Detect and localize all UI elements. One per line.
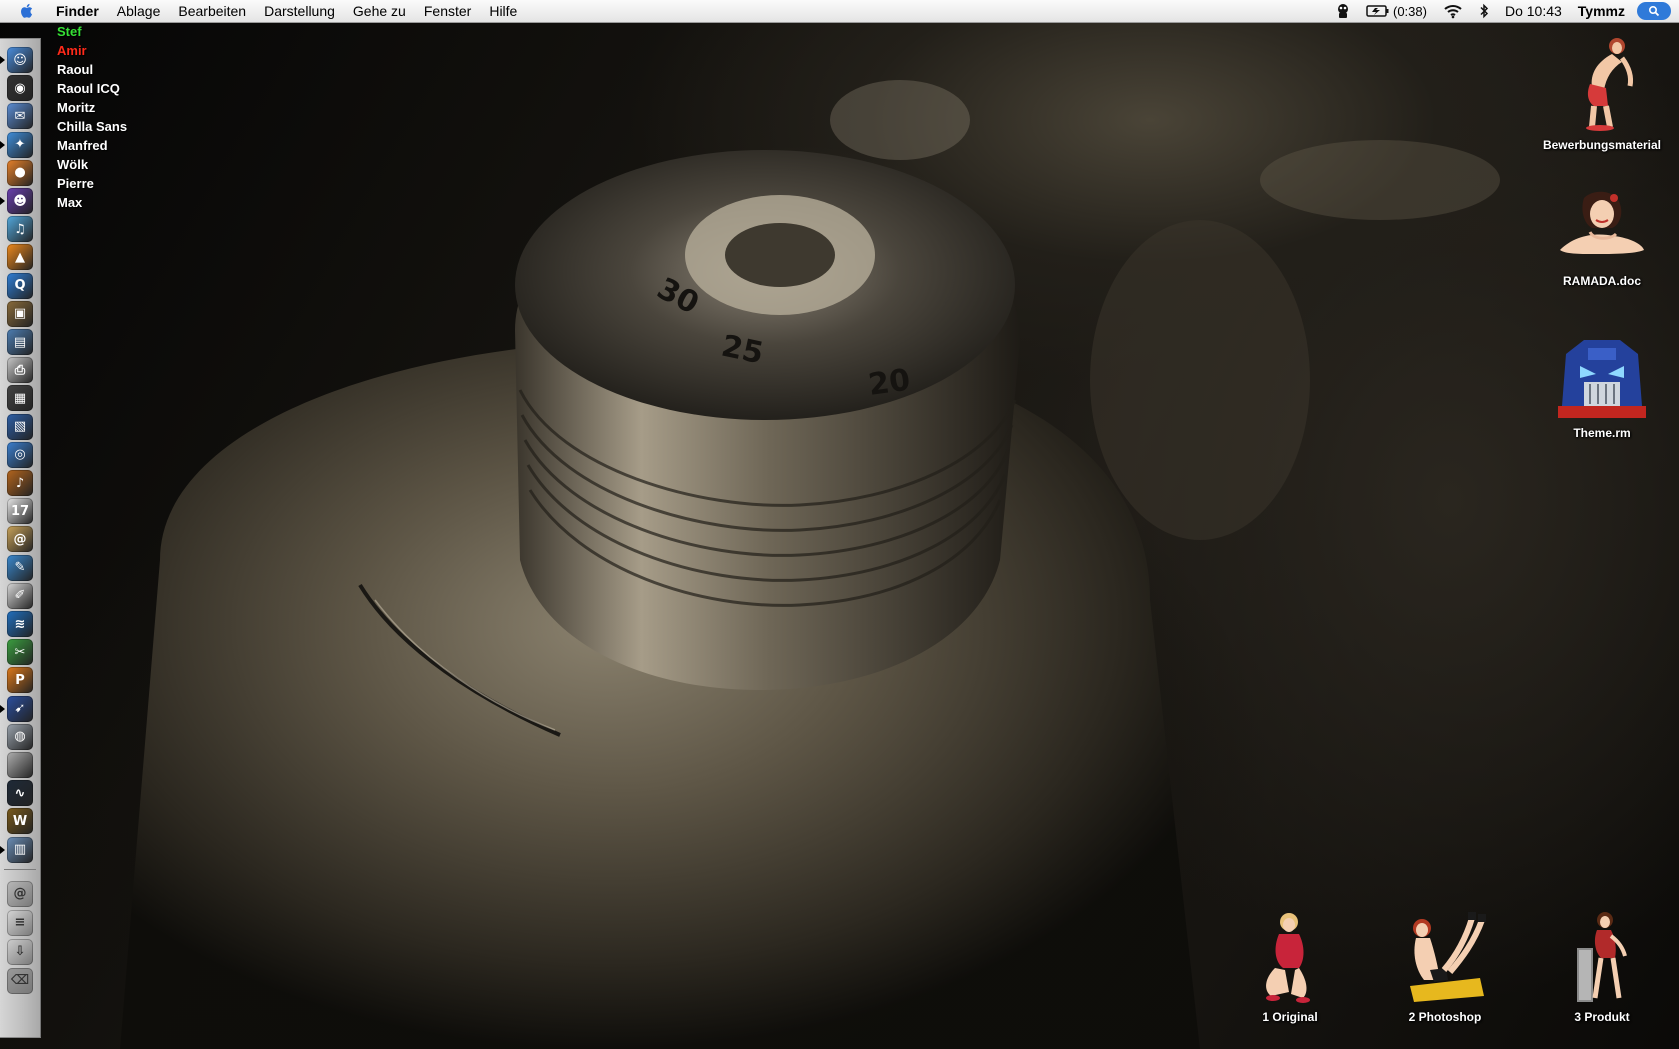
transmission-icon[interactable]: ➹	[7, 695, 33, 722]
illustrator-icon[interactable]: P	[7, 667, 33, 694]
downloads-stack-icon[interactable]: ⇩	[7, 938, 33, 965]
buddy-item[interactable]: Wölk	[57, 155, 127, 174]
itunes-icon[interactable]: ♫	[7, 216, 33, 243]
running-indicator	[0, 140, 5, 149]
dashboard-icon[interactable]: ◉	[7, 75, 33, 102]
pinup-icon	[1266, 913, 1310, 1003]
preview-icon[interactable]: ▤	[7, 329, 33, 355]
dock: ☺ ◉ ✉ ✦ ● ☻ ♫ ▲ Q ▣ ▤ ⎙ ▦ ▧ ◎ ♪ 17 @ ✎ ✐ ≋ ✂ P ➹ ◍ ∿ W ▥ @ ≡ ⇩ ⌫	[0, 38, 41, 1038]
desktop-icon-bewerbungsmaterial[interactable]: Bewerbungsmaterial	[1527, 32, 1677, 152]
firefox-icon[interactable]: ●	[7, 159, 33, 186]
menu-finder[interactable]: Finder	[52, 3, 108, 19]
documents-stack-icon[interactable]: ≡	[7, 909, 33, 936]
warcraft-icon[interactable]: W	[7, 808, 33, 835]
cyberduck-icon[interactable]: ✂	[7, 639, 33, 666]
running-indicator	[0, 56, 5, 64]
remote-desktop-icon[interactable]: ▥	[7, 836, 33, 863]
dreamweaver-icon[interactable]: ≋	[7, 611, 33, 637]
menu-bar: Finder Ablage Bearbeiten Darstellung Geh…	[0, 0, 1679, 23]
iphoto-icon[interactable]: ▣	[7, 300, 33, 327]
disk-utility-icon[interactable]: ◍	[7, 723, 33, 750]
mail-icon[interactable]: ✉	[7, 103, 33, 130]
menu-extras: (0:38) Do 10:43 Tymmz	[1328, 0, 1679, 22]
activity-monitor-icon[interactable]: ∿	[7, 780, 33, 807]
pinup-icon	[1586, 38, 1633, 131]
pages-icon[interactable]: ✐	[7, 582, 33, 609]
garageband-icon[interactable]: ♪	[7, 470, 33, 496]
desktop-icon-theme[interactable]: Theme.rm	[1527, 334, 1677, 440]
menu-ablage[interactable]: Ablage	[108, 3, 170, 19]
robot-head-icon	[1558, 340, 1646, 418]
battery-icon	[1366, 5, 1389, 17]
pinup-portrait-icon	[1560, 191, 1644, 254]
pinup-icon	[1410, 912, 1486, 1002]
running-indicator	[0, 197, 5, 205]
desktop-icon-label: 1 Original	[1262, 1010, 1318, 1024]
apple-icon[interactable]	[16, 2, 38, 20]
printer-icon[interactable]: ⎙	[7, 357, 33, 384]
desktop-icon-label: Bewerbungsmaterial	[1542, 138, 1662, 152]
dock-separator	[4, 868, 36, 870]
buddy-item[interactable]: Chilla Sans	[57, 117, 127, 136]
buddy-item[interactable]: Max	[57, 193, 127, 212]
safari-icon[interactable]: ✦	[7, 131, 33, 158]
desktop-icon-original[interactable]: 1 Original	[1215, 908, 1365, 1024]
pinup-icon	[1577, 912, 1627, 1002]
menu-darstellung[interactable]: Darstellung	[255, 3, 344, 19]
menubar-user[interactable]: Tymmz	[1570, 3, 1633, 19]
ical-icon[interactable]: 17	[7, 498, 33, 525]
menu-bearbeiten[interactable]: Bearbeiten	[169, 3, 255, 19]
buddy-item[interactable]: Raoul ICQ	[57, 79, 127, 98]
desktop-icon-photoshop[interactable]: 2 Photoshop	[1370, 908, 1520, 1024]
buddy-item[interactable]: Stef	[57, 22, 127, 41]
desktop-wallpaper: 30 25 20	[0, 0, 1679, 1049]
desktop-icon-label: Theme.rm	[1573, 426, 1631, 440]
battery-status[interactable]: (0:38)	[1358, 4, 1435, 19]
vlc-icon[interactable]: ▲	[7, 244, 33, 271]
spotlight-icon[interactable]	[1637, 2, 1671, 20]
desktop-icon-label: 3 Produkt	[1574, 1010, 1630, 1024]
desktop-icon-ramada[interactable]: RAMADA.doc	[1527, 188, 1677, 288]
desktop-icon-produkt[interactable]: 3 Produkt	[1527, 908, 1677, 1024]
desktop-icon-label: RAMADA.doc	[1563, 274, 1641, 288]
buddy-item[interactable]: Pierre	[57, 174, 127, 193]
buddy-item[interactable]: Moritz	[57, 98, 127, 117]
buddy-list: Stef Amir Raoul Raoul ICQ Moritz Chilla Sans M…	[57, 22, 127, 212]
buddy-item[interactable]: Raoul	[57, 60, 127, 79]
bluetooth-icon[interactable]	[1471, 3, 1497, 19]
menu-gehe-zu[interactable]: Gehe zu	[344, 3, 415, 19]
textedit-icon[interactable]: ✎	[7, 554, 33, 581]
trash-icon[interactable]: ⌫	[7, 967, 33, 994]
menubar-clock[interactable]: Do 10:43	[1497, 3, 1570, 19]
buddy-item[interactable]: Manfred	[57, 136, 127, 155]
network-folder-icon[interactable]: @	[7, 880, 33, 907]
wifi-icon[interactable]	[1435, 3, 1471, 19]
imovie-icon[interactable]: ▦	[7, 385, 33, 412]
menu-fenster[interactable]: Fenster	[415, 3, 480, 19]
svg-text:20: 20	[866, 362, 912, 402]
status-app-icon[interactable]	[1328, 3, 1358, 19]
finder-icon[interactable]: ☺	[7, 47, 33, 73]
dvd-player-icon[interactable]: ◎	[7, 441, 33, 468]
running-indicator	[0, 845, 5, 854]
running-indicator	[0, 704, 5, 713]
finalcut-icon[interactable]: ▧	[7, 413, 33, 440]
system-profiler-icon[interactable]	[7, 752, 33, 778]
desktop-icon-label: 2 Photoshop	[1408, 1010, 1482, 1024]
battery-time: (0:38)	[1393, 3, 1427, 19]
address-book-icon[interactable]: @	[7, 526, 33, 553]
buddy-item[interactable]: Amir	[57, 41, 127, 60]
quicktime-icon[interactable]: Q	[7, 272, 33, 299]
adium-icon[interactable]: ☻	[7, 188, 33, 214]
menu-hilfe[interactable]: Hilfe	[480, 3, 526, 19]
